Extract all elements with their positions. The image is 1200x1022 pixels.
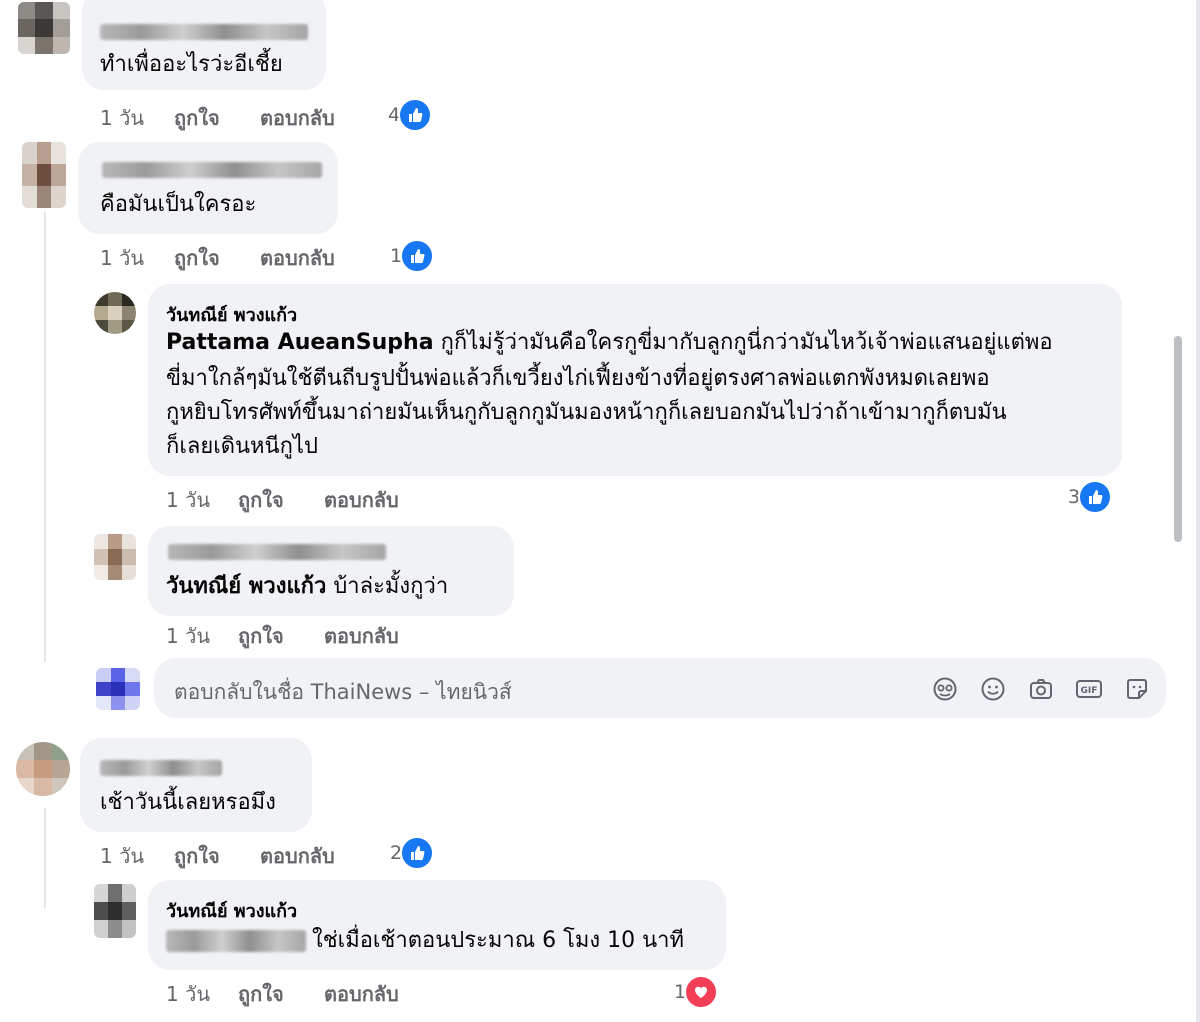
comment-text: เช้าวันนี้เลยหรอมึง [100,790,276,815]
like-button[interactable]: ถูกใจ [238,484,284,516]
comment-line: กูก็ไม่รู้ว่ามันคือใครกูขี่มากับลูกกูนี่… [440,330,1053,355]
comment-line: ขี่มาใกล้ๆมันใช้ตีนถีบรูปปั้นพ่อแล้วก็เข… [166,366,990,391]
comment-time[interactable]: 1 วัน [166,484,210,516]
commenter-avatar[interactable] [94,884,136,938]
comment-time[interactable]: 1 วัน [100,840,144,872]
commenter-name-blurred[interactable] [168,544,386,560]
like-button[interactable]: ถูกใจ [174,102,220,134]
reaction-count[interactable]: 4 [388,98,433,132]
avatar-sticker-icon[interactable] [930,674,960,704]
scrollbar-thumb[interactable] [1174,336,1182,542]
mention-blurred[interactable] [166,930,306,952]
reply-button[interactable]: ตอบกลับ [260,102,335,134]
thread-line [44,808,46,908]
right-border [1196,0,1200,1022]
svg-text:GIF: GIF [1081,686,1098,696]
page-avatar[interactable] [96,668,140,710]
comment-body: บ้าล่ะมั้งกูว่า [333,574,449,599]
commenter-name[interactable]: วันทณีย์ พวงแก้ว [166,896,297,925]
emoji-icon[interactable] [978,674,1008,704]
comment-line: กูหยิบโทรศัพท์ขึ้นมาถ่ายมันเห็นกูกับลูกก… [166,400,1007,425]
commenter-avatar[interactable] [94,534,136,580]
reply-button[interactable]: ตอบกลับ [260,840,335,872]
reaction-count[interactable]: 2 [390,836,435,870]
thread-line [44,212,46,662]
commenter-avatar[interactable] [16,742,70,796]
like-icon [398,98,433,132]
like-button[interactable]: ถูกใจ [238,978,284,1010]
camera-icon[interactable] [1026,674,1056,704]
comment-text: วันทณีย์ พวงแก้ว บ้าล่ะมั้งกูว่า [166,570,448,604]
mention-tag[interactable]: Pattama AueanSupha [166,330,434,355]
comment-text: ใช่เมื่อเช้าตอนประมาณ 6 โมง 10 นาที [312,928,685,953]
comment-time[interactable]: 1 วัน [100,102,144,134]
commenter-name-blurred[interactable] [100,760,222,776]
mention-tag[interactable]: วันทณีย์ พวงแก้ว [166,574,326,599]
reply-placeholder: ตอบกลับในชื่อ ThaiNews – ไทยนิวส์ [174,680,512,704]
gif-icon[interactable]: GIF [1074,674,1104,704]
commenter-avatar[interactable] [94,292,136,334]
reply-button[interactable]: ตอบกลับ [324,978,399,1010]
like-button[interactable]: ถูกใจ [174,242,220,274]
comment-text: Pattama AueanSupha กูก็ไม่รู้ว่ามันคือใค… [166,326,1053,360]
commenter-name-blurred[interactable] [100,24,308,40]
reaction-count[interactable]: 1 [390,239,435,273]
like-icon [400,836,435,870]
reply-button[interactable]: ตอบกลับ [324,484,399,516]
comment-time[interactable]: 1 วัน [166,978,210,1010]
commenter-avatar[interactable] [18,2,70,54]
commenter-name-blurred[interactable] [102,162,322,178]
like-button[interactable]: ถูกใจ [238,620,284,652]
reply-button[interactable]: ตอบกลับ [324,620,399,652]
commenter-name[interactable]: วันทณีย์ พวงแก้ว [166,300,297,329]
like-button[interactable]: ถูกใจ [174,840,220,872]
heart-icon [684,975,719,1009]
like-icon [1078,480,1113,514]
comment-time[interactable]: 1 วัน [100,242,144,274]
reaction-count[interactable]: 3 [1068,480,1113,514]
comment-line: ก็เลยเดินหนีกูไป [166,434,318,459]
reaction-count[interactable]: 1 [674,975,719,1009]
comment-text: ทำเพื่ออะไรว่ะอีเชี้ย [100,52,283,77]
sticker-icon[interactable] [1122,674,1152,704]
commenter-avatar[interactable] [22,142,66,208]
like-icon [400,239,435,273]
comment-time[interactable]: 1 วัน [166,620,210,652]
comment-text: คือมันเป็นใครอะ [100,192,257,217]
reply-button[interactable]: ตอบกลับ [260,242,335,274]
